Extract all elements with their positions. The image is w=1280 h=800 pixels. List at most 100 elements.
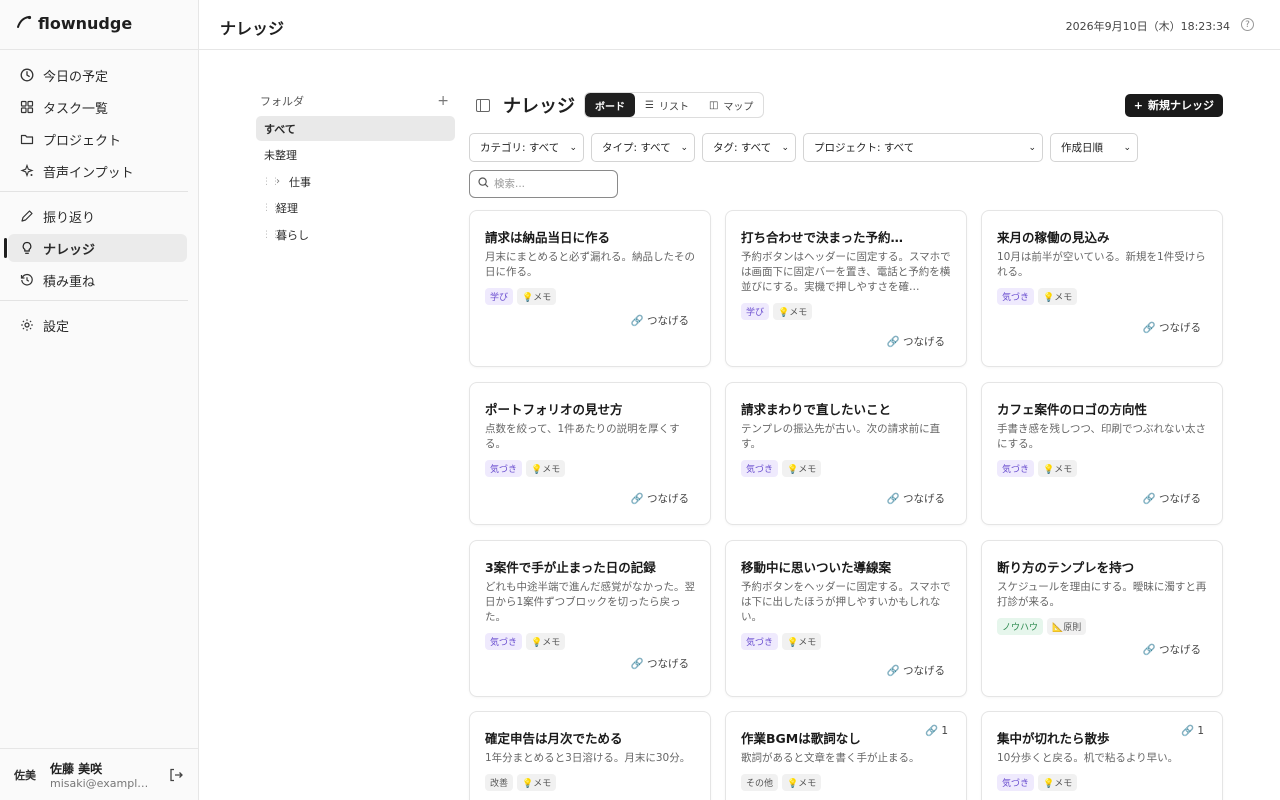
knowledge-main: ナレッジ ボード ☰ リスト ◫ マップ + 新規ナレッジ カテゴリ: すべて ⌄… (469, 90, 1223, 198)
help-icon[interactable]: ? (1241, 18, 1254, 31)
link-icon: 🔗 (886, 493, 900, 505)
knowledge-card[interactable]: 確定申告は月次でためる 1年分まとめると3日溶ける。月末に30分。 改善 💡メモ (469, 711, 711, 800)
bulb-icon (20, 241, 34, 255)
knowledge-card[interactable]: 3案件で手が止まった日の記録 どれも中途半端で進んだ感覚がなかった。翌日から1案… (469, 540, 711, 697)
category-badge[interactable]: 気づき (997, 774, 1035, 791)
type-badge[interactable]: 💡メモ (1038, 774, 1078, 791)
chevron-down-icon: ⌄ (781, 142, 789, 153)
folder-item-all[interactable]: すべて (256, 116, 455, 141)
knowledge-card[interactable]: 請求まわりで直したいこと テンプレの振込先が古い。次の請求前に直す。 気づき 💡メ… (725, 382, 967, 525)
tab-map[interactable]: ◫ マップ (699, 93, 763, 117)
type-badge[interactable]: 📐原則 (1047, 618, 1087, 635)
category-badge[interactable]: 気づき (997, 460, 1035, 477)
history-icon (20, 273, 34, 287)
category-badge[interactable]: 気づき (741, 633, 779, 650)
sidebar-item-projects[interactable]: プロジェクト (8, 125, 187, 153)
sidebar-item-settings[interactable]: 設定 (8, 311, 187, 339)
connect-label: つなげる (903, 493, 945, 505)
connect-button[interactable]: 🔗 つなげる (1143, 491, 1201, 506)
card-body: 10分歩くと戻る。机で粘るより早い。 (997, 752, 1179, 764)
category-badge[interactable]: 学び (741, 303, 770, 320)
category-filter[interactable]: カテゴリ: すべて ⌄ (469, 133, 584, 162)
bulb-icon: 💡 (787, 465, 799, 475)
search-input[interactable] (494, 178, 604, 190)
drag-handle-icon[interactable]: ⋮⋮ (262, 203, 280, 213)
knowledge-card[interactable]: 🔗 1 作業BGMは歌詞なし 歌詞があると文章を書く手が止まる。 その他 💡メモ (725, 711, 967, 800)
chevron-right-icon[interactable]: › (276, 176, 289, 187)
type-badge[interactable]: 💡メモ (782, 633, 822, 650)
knowledge-card[interactable]: 🔗 1 集中が切れたら散歩 10分歩くと戻る。机で粘るより早い。 気づき 💡メモ (981, 711, 1223, 800)
sidebar-item-knowledge[interactable]: ナレッジ (4, 234, 187, 262)
tab-board[interactable]: ボード (585, 93, 635, 117)
logout-icon[interactable] (168, 767, 184, 783)
sidebar-item-tasks[interactable]: タスク一覧 (8, 93, 187, 121)
type-badge[interactable]: 💡メモ (782, 774, 822, 791)
drag-handle-icon[interactable]: ⋮⋮ (262, 230, 280, 240)
card-title: 移動中に思いついた導線案 (741, 560, 892, 575)
connect-button[interactable]: 🔗 つなげる (1143, 642, 1201, 657)
drag-handle-icon[interactable]: ⋮⋮ (262, 177, 280, 187)
type-badge[interactable]: 💡メモ (773, 303, 813, 320)
knowledge-card[interactable]: 来月の稼働の見込み 10月は前半が空いている。新規を1件受けられる。 気づき 💡メ… (981, 210, 1223, 367)
tab-list[interactable]: ☰ リスト (635, 93, 699, 117)
type-badge[interactable]: 💡メモ (1038, 460, 1078, 477)
knowledge-card[interactable]: カフェ案件のロゴの方向性 手書き感を残しつつ、印刷でつぶれない太さにする。 気づ… (981, 382, 1223, 525)
connect-button[interactable]: 🔗 つなげる (631, 491, 689, 506)
category-badge[interactable]: 気づき (485, 633, 523, 650)
card-body: どれも中途半端で進んだ感覚がなかった。翌日から1案件ずつブロックを切ったら戻った… (485, 581, 695, 623)
type-badge[interactable]: 💡メモ (526, 633, 566, 650)
current-datetime: 2026年9月10日（木）18:23:34 (1065, 20, 1230, 33)
sidebar-item-today[interactable]: 今日の予定 (8, 61, 187, 89)
folder-item-accounting[interactable]: ⋮⋮ 経理 (256, 196, 455, 221)
category-badge[interactable]: ノウハウ (997, 618, 1044, 635)
new-knowledge-button[interactable]: + 新規ナレッジ (1124, 93, 1223, 117)
connect-button[interactable]: 🔗 つなげる (631, 313, 689, 328)
category-badge[interactable]: 気づき (485, 460, 523, 477)
link-count[interactable]: 🔗 1 (925, 724, 948, 738)
link-icon: 🔗 (886, 336, 900, 348)
type-badge[interactable]: 💡メモ (782, 460, 822, 477)
type-badge[interactable]: 💡メモ (517, 774, 557, 791)
connect-button[interactable]: 🔗 つなげる (1143, 320, 1201, 335)
category-badge[interactable]: 学び (485, 288, 514, 305)
category-badge[interactable]: 気づき (741, 460, 779, 477)
connect-button[interactable]: 🔗 つなげる (631, 656, 689, 671)
category-badge[interactable]: その他 (741, 774, 779, 791)
tag-filter[interactable]: タグ: すべて ⌄ (702, 133, 796, 162)
sidebar-item-voice-input[interactable]: 音声インプット (8, 157, 187, 185)
sidebar-item-review[interactable]: 振り返り (8, 202, 187, 230)
knowledge-card[interactable]: 移動中に思いついた導線案 予約ボタンをヘッダーに固定する。スマホでは下に出したほ… (725, 540, 967, 697)
folder-item-work[interactable]: ⋮⋮ › 仕事 (256, 169, 455, 194)
knowledge-card[interactable]: ポートフォリオの見せ方 点数を絞って、1件あたりの説明を厚くする。 気づき 💡メモ… (469, 382, 711, 525)
category-badge[interactable]: 改善 (485, 774, 514, 791)
knowledge-card[interactable]: 打ち合わせで決まった予約… 予約ボタンはヘッダーに固定する。スマホでは画面下に固… (725, 210, 967, 367)
type-badge[interactable]: 💡メモ (526, 460, 566, 477)
view-tabs: ボード ☰ リスト ◫ マップ (584, 92, 765, 118)
brand[interactable]: flownudge (16, 14, 132, 33)
folder-label: 未整理 (264, 149, 297, 162)
link-icon: 🔗 (1181, 725, 1195, 737)
sort-select[interactable]: 作成日順 ⌄ (1050, 133, 1138, 162)
knowledge-card[interactable]: 断り方のテンプレを持つ スケジュールを理由にする。曖昧に濁すと再打診が来る。 ノ… (981, 540, 1223, 697)
folder-label: 暮らし (276, 228, 309, 242)
folder-item-unsorted[interactable]: 未整理 (256, 143, 455, 168)
connect-button[interactable]: 🔗 つなげる (887, 663, 945, 678)
add-folder-button[interactable]: + (437, 93, 455, 109)
panel-toggle-icon[interactable] (476, 98, 490, 112)
type-filter[interactable]: タイプ: すべて ⌄ (591, 133, 695, 162)
project-filter[interactable]: プロジェクト: すべて ⌄ (803, 133, 1043, 162)
category-badge[interactable]: 気づき (997, 288, 1035, 305)
chevron-down-icon: ⌄ (569, 142, 577, 153)
type-badge[interactable]: 💡メモ (517, 288, 557, 305)
connect-button[interactable]: 🔗 つなげる (887, 491, 945, 506)
card-body: 10月は前半が空いている。新規を1件受けられる。 (997, 251, 1206, 278)
link-count[interactable]: 🔗 1 (1181, 724, 1204, 738)
folder-item-life[interactable]: ⋮⋮ 暮らし (256, 222, 455, 247)
knowledge-card[interactable]: 請求は納品当日に作る 月末にまとめると必ず漏れる。納品したその日に作る。 学び 💡… (469, 210, 711, 367)
sidebar: flownudge 今日の予定 タスク一覧 プロジェクト 音声インプット 振り返… (0, 0, 199, 800)
connect-button[interactable]: 🔗 つなげる (887, 334, 945, 349)
type-badge[interactable]: 💡メモ (1038, 288, 1078, 305)
brand-logo-icon (16, 15, 32, 33)
type-label: メモ (798, 465, 817, 475)
sidebar-item-accumulation[interactable]: 積み重ね (8, 266, 187, 294)
